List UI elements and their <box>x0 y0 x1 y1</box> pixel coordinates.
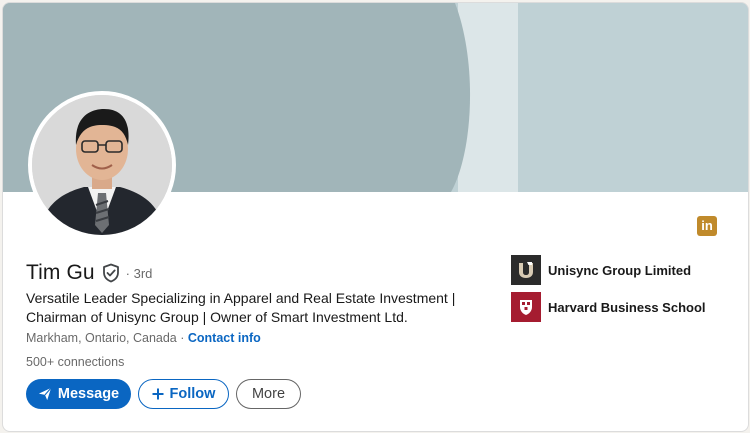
profile-headline: Versatile Leader Specializing in Apparel… <box>26 290 456 325</box>
verified-shield-icon[interactable] <box>102 263 120 283</box>
harvard-shield-logo-icon <box>511 292 541 322</box>
message-button[interactable]: Message <box>26 379 131 409</box>
follow-button-label: Follow <box>169 386 216 402</box>
org-harvard-name: Harvard Business School <box>548 299 706 315</box>
connections-count: 500+ connections <box>26 355 125 369</box>
follow-button[interactable]: Follow <box>138 379 229 409</box>
send-icon <box>38 387 52 401</box>
organizations-list: Unisync Group Limited Harvard Business S… <box>511 255 706 329</box>
more-button-label: More <box>251 386 286 402</box>
location-row: Markham, Ontario, Canada · Contact info <box>26 331 261 345</box>
org-unisync-name: Unisync Group Limited <box>548 262 692 278</box>
contact-info-link[interactable]: Contact info <box>188 331 261 345</box>
profile-actions: Message Follow More <box>26 379 301 409</box>
linkedin-icon[interactable]: in <box>697 216 717 236</box>
profile-card: in Tim Gu · 3rd Versatile Leader Special… <box>2 2 749 432</box>
profile-photo[interactable] <box>28 91 176 239</box>
profile-location: Markham, Ontario, Canada <box>26 331 177 345</box>
message-button-label: Message <box>57 386 120 402</box>
org-unisync[interactable]: Unisync Group Limited <box>511 255 706 285</box>
org-harvard[interactable]: Harvard Business School <box>511 292 706 322</box>
connection-degree: · 3rd <box>125 265 153 281</box>
location-separator: · <box>176 331 188 345</box>
profile-name: Tim Gu <box>26 261 95 284</box>
unisync-logo-icon <box>511 255 541 285</box>
more-button[interactable]: More <box>236 379 301 409</box>
plus-icon <box>152 388 164 400</box>
